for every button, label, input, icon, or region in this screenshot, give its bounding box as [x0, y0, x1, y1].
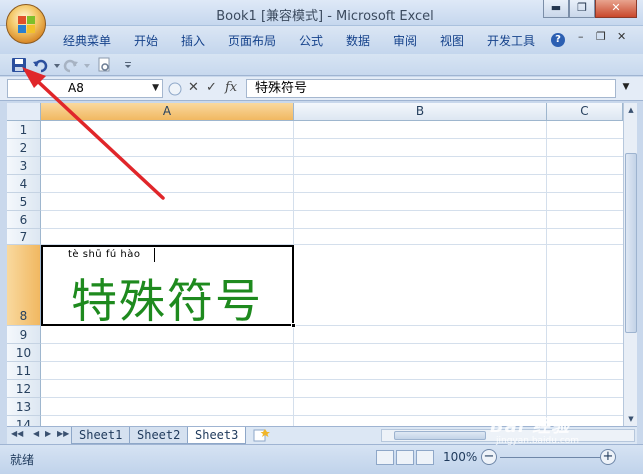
row-header-12[interactable]: 12: [7, 380, 41, 398]
tab-view[interactable]: 视图: [440, 32, 464, 49]
zoom-slider[interactable]: [500, 457, 600, 458]
row-header-13[interactable]: 13: [7, 398, 41, 416]
tab-data[interactable]: 数据: [346, 32, 370, 49]
insert-function-button[interactable]: fx: [225, 80, 237, 95]
tab-developer[interactable]: 开发工具: [487, 32, 535, 49]
tab-page-layout[interactable]: 页面布局: [228, 32, 276, 49]
zoom-in-button[interactable]: +: [600, 449, 616, 465]
undo-icon[interactable]: [32, 57, 48, 73]
row-header-2[interactable]: 2: [7, 139, 41, 157]
window-title: Book1 [兼容模式] - Microsoft Excel: [216, 9, 434, 24]
select-all-button[interactable]: [7, 103, 41, 121]
formula-controls: ✕ ✓ fx: [168, 79, 242, 98]
tab-insert[interactable]: 插入: [181, 32, 205, 49]
insert-sheet-icon[interactable]: [251, 427, 273, 444]
next-sheet-icon[interactable]: ▶: [45, 429, 51, 438]
row-header-6[interactable]: 6: [7, 211, 41, 229]
grid-line: [41, 361, 623, 362]
horizontal-scroll-thumb[interactable]: [394, 431, 486, 440]
watermark-brand: Bai 经验: [490, 416, 571, 437]
status-bar: 就绪 100% − +: [0, 444, 643, 474]
column-header-c[interactable]: C: [547, 103, 623, 121]
workbook-restore-button[interactable]: ❐: [596, 30, 606, 43]
status-mode: 就绪: [10, 453, 35, 467]
row-header-8[interactable]: 8: [7, 245, 41, 326]
sheet-tab-sheet3[interactable]: Sheet3: [187, 427, 247, 444]
grid-line: [41, 379, 623, 380]
page-layout-view-button[interactable]: [396, 450, 414, 465]
grid-line: [41, 210, 623, 211]
tab-home[interactable]: 开始: [134, 32, 158, 49]
zoom-out-button[interactable]: −: [481, 449, 497, 465]
workbook-minimize-button[interactable]: –: [578, 30, 584, 43]
row-header-5[interactable]: 5: [7, 193, 41, 211]
row-header-11[interactable]: 11: [7, 362, 41, 380]
tab-classic-menu[interactable]: 经典菜单: [63, 32, 111, 49]
column-header-b[interactable]: B: [294, 103, 547, 121]
column-header-a[interactable]: A: [41, 103, 294, 121]
row-header-9[interactable]: 9: [7, 326, 41, 344]
redo-icon[interactable]: [63, 57, 79, 73]
last-sheet-icon[interactable]: ▶▶: [57, 429, 69, 438]
first-sheet-icon[interactable]: ◀◀: [11, 429, 23, 438]
save-icon[interactable]: [11, 57, 27, 73]
ribbon-tabs: 经典菜单 开始 插入 页面布局 公式 数据 审阅 视图 开发工具: [0, 26, 643, 54]
formula-input[interactable]: 特殊符号: [246, 79, 616, 98]
grid-line: [41, 343, 623, 344]
page-break-view-button[interactable]: [416, 450, 434, 465]
scroll-down-icon[interactable]: ▼: [624, 412, 638, 426]
phonetic-guide: tè shū fú hào: [68, 249, 141, 260]
redo-dropdown-icon[interactable]: [79, 57, 95, 73]
row-header-14[interactable]: 14: [7, 416, 41, 426]
row-header-1[interactable]: 1: [7, 121, 41, 139]
fill-handle[interactable]: [291, 323, 296, 328]
workbook-close-button[interactable]: ✕: [617, 30, 626, 43]
grid-line: [41, 192, 623, 193]
help-icon[interactable]: ?: [551, 33, 565, 47]
title-bar: Book1 [兼容模式] - Microsoft Excel ▬ ❐ ✕: [0, 0, 643, 26]
quick-access-toolbar: [0, 54, 643, 76]
sheet-tab-sheet2[interactable]: Sheet2: [129, 427, 189, 444]
grid-line: [41, 228, 623, 229]
office-button[interactable]: [6, 4, 46, 44]
minimize-button[interactable]: ▬: [543, 0, 569, 18]
row-header-10[interactable]: 10: [7, 344, 41, 362]
row-header-4[interactable]: 4: [7, 175, 41, 193]
print-preview-icon[interactable]: [96, 57, 112, 73]
enter-button[interactable]: ✓: [206, 80, 217, 95]
worksheet-grid[interactable]: A B C 1 2 3 4 5 6 7 8 9 10 11 12 13 14 t…: [7, 103, 623, 426]
zoom-level[interactable]: 100%: [443, 450, 477, 464]
grid-line: [41, 174, 623, 175]
sheet-tab-sheet1[interactable]: Sheet1: [71, 427, 131, 444]
scroll-up-icon[interactable]: ▲: [624, 103, 638, 117]
grid-line: [41, 156, 623, 157]
prev-sheet-icon[interactable]: ◀: [33, 429, 39, 438]
customize-toolbar-icon[interactable]: [120, 57, 136, 73]
office-logo-icon: [18, 16, 36, 34]
cell-a8-value: 特殊符号: [71, 274, 263, 328]
restore-button[interactable]: ❐: [569, 0, 595, 18]
cancel-entry-button[interactable]: ✕: [188, 80, 199, 95]
formula-bar: A8 ▼ ✕ ✓ fx 特殊符号 ▼: [0, 77, 643, 101]
vertical-scrollbar[interactable]: ▲ ▼: [623, 103, 637, 426]
formula-circle-icon: [168, 82, 182, 96]
grid-line: [41, 397, 623, 398]
watermark-url: jingyan.baidu.com: [496, 436, 580, 446]
window-controls: ▬ ❐ ✕: [543, 0, 637, 20]
grid-line: [546, 121, 547, 426]
expand-formula-bar-icon[interactable]: ▼: [618, 79, 634, 98]
grid-line: [41, 138, 623, 139]
vertical-scroll-thumb[interactable]: [625, 153, 637, 333]
tab-review[interactable]: 审阅: [393, 32, 417, 49]
row-header-7[interactable]: 7: [7, 229, 41, 245]
normal-view-button[interactable]: [376, 450, 394, 465]
name-box[interactable]: A8 ▼: [7, 79, 163, 98]
text-caret: [154, 248, 155, 262]
name-box-value: A8: [68, 81, 84, 95]
name-box-dropdown-icon[interactable]: ▼: [152, 80, 159, 97]
row-header-3[interactable]: 3: [7, 157, 41, 175]
close-button[interactable]: ✕: [595, 0, 637, 18]
tab-formulas[interactable]: 公式: [299, 32, 323, 49]
